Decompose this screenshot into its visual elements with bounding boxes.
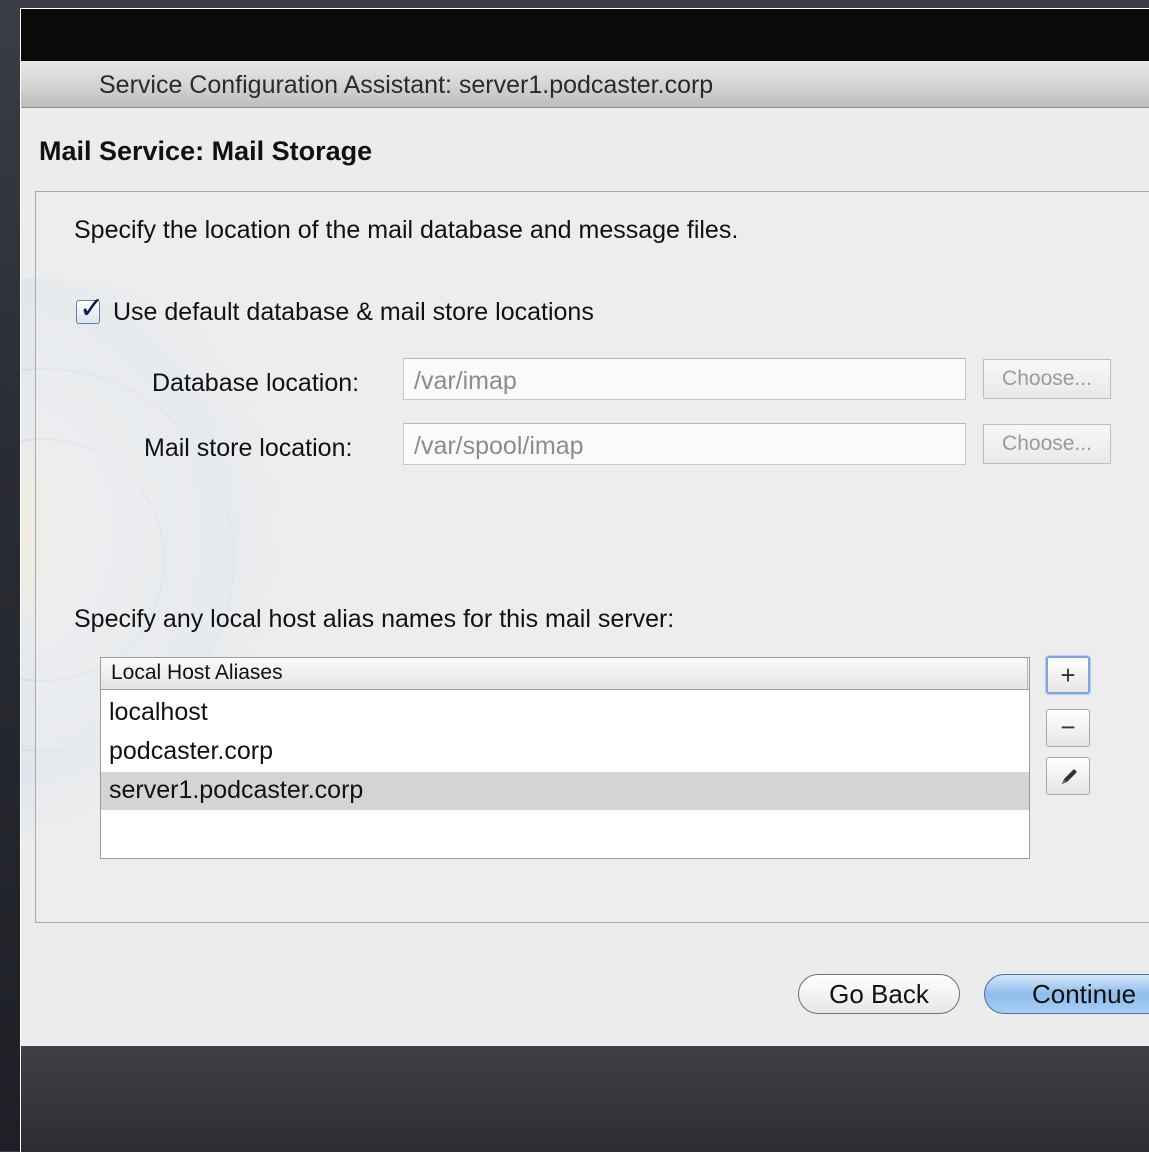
mail-store-location-label: Mail store location: — [144, 434, 353, 462]
remove-alias-button[interactable]: − — [1046, 709, 1090, 747]
local-host-aliases-table[interactable]: Local Host Aliases localhost podcaster.c… — [100, 657, 1030, 859]
table-row[interactable]: podcaster.corp — [101, 733, 1029, 771]
window-titlebar[interactable]: Service Configuration Assistant: server1… — [21, 61, 1149, 108]
use-default-locations-label[interactable]: Use default database & mail store locati… — [113, 298, 594, 327]
table-header[interactable]: Local Host Aliases — [101, 658, 1029, 690]
go-back-button[interactable]: Go Back — [798, 974, 960, 1014]
add-alias-button[interactable]: + — [1046, 656, 1090, 694]
screen-frame: Service Configuration Assistant: server1… — [20, 8, 1149, 1152]
window-body: Mail Service: Mail Storage Specify the l… — [21, 108, 1149, 1046]
mail-store-location-field[interactable]: /var/spool/imap — [403, 423, 966, 465]
edit-alias-button[interactable] — [1046, 757, 1090, 795]
aliases-prompt: Specify any local host alias names for t… — [74, 605, 675, 633]
choose-database-button[interactable]: Choose... — [983, 359, 1111, 399]
table-row-selected[interactable]: server1.podcaster.corp — [101, 772, 1029, 810]
database-location-field[interactable]: /var/imap — [403, 358, 966, 400]
top-dark-area — [21, 9, 1149, 61]
mail-storage-panel: Specify the location of the mail databas… — [35, 191, 1149, 923]
minus-icon: − — [1060, 712, 1076, 742]
page-title: Mail Service: Mail Storage — [39, 136, 373, 166]
window-title: Service Configuration Assistant: server1… — [99, 71, 714, 99]
column-divider — [1027, 658, 1028, 690]
pencil-icon — [1062, 769, 1077, 784]
choose-mail-store-button[interactable]: Choose... — [983, 424, 1111, 464]
checkmark-icon: ✓ — [79, 292, 105, 325]
database-location-label: Database location: — [152, 369, 360, 397]
plus-icon: + — [1060, 660, 1076, 690]
continue-button[interactable]: Continue — [984, 974, 1149, 1014]
bottom-dark-area — [21, 1046, 1149, 1152]
use-default-locations-checkbox[interactable]: ✓ — [76, 292, 104, 325]
table-row[interactable]: localhost — [101, 694, 1029, 732]
column-header-local-host-aliases[interactable]: Local Host Aliases — [111, 661, 283, 685]
intro-text: Specify the location of the mail databas… — [74, 216, 739, 244]
